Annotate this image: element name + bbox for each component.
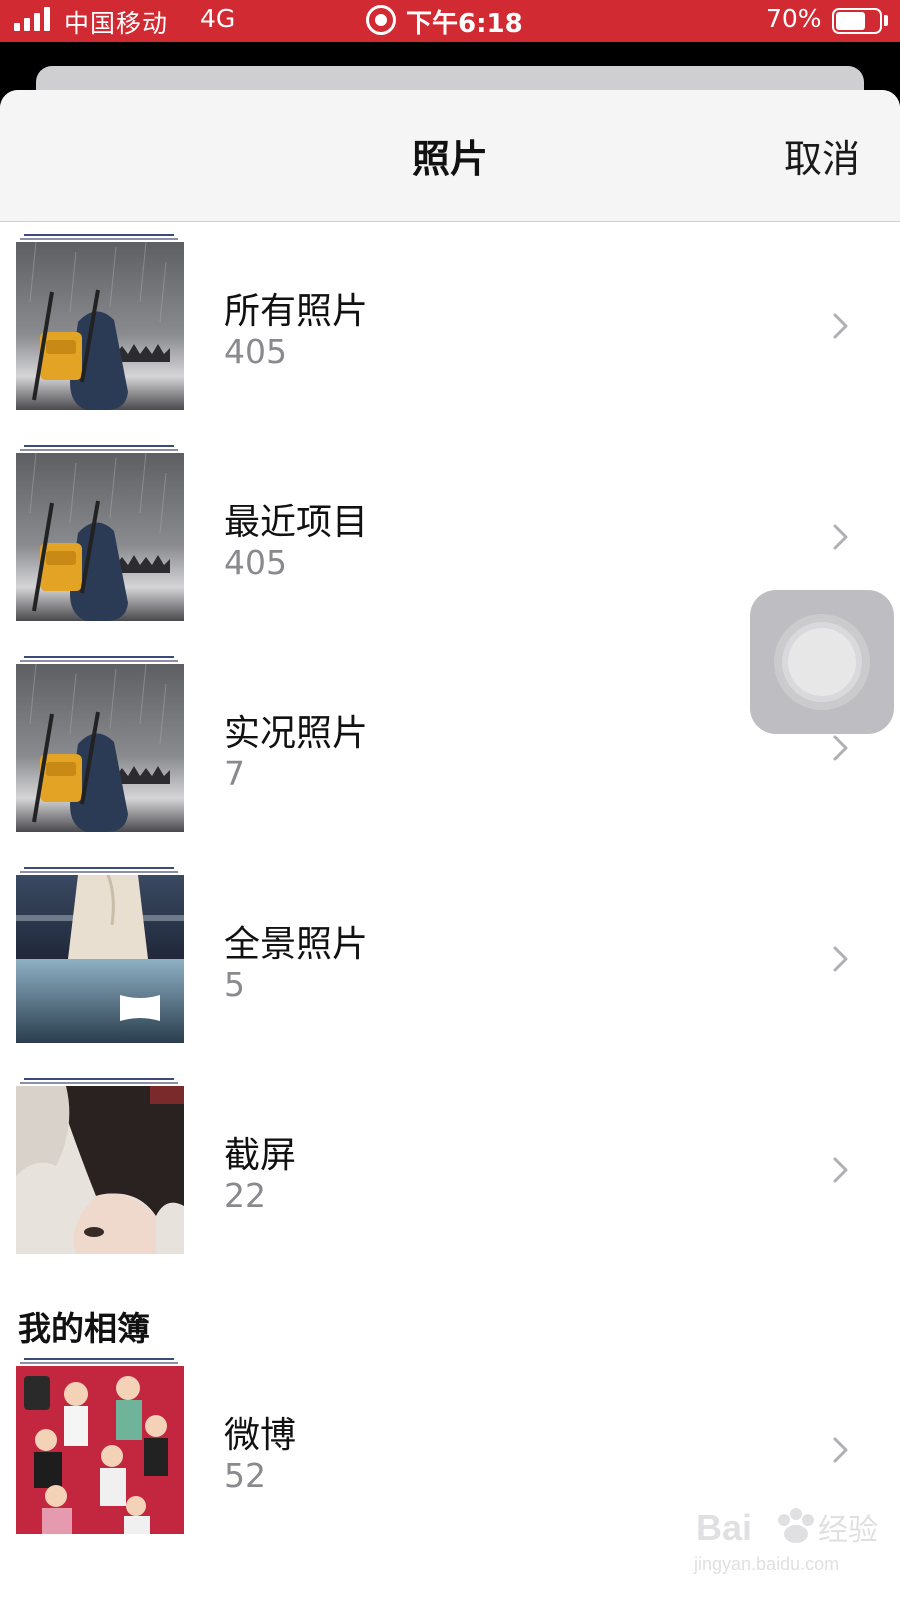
album-row-all-photos[interactable]: 所有照片 405 — [0, 234, 900, 414]
chevron-right-icon — [833, 524, 848, 550]
photo-picker-sheet: 照片 取消 所有照片 405 最近项目 405 实况照片 7 全景照片 5 截屏… — [0, 90, 900, 1600]
album-name: 实况照片 — [224, 713, 369, 754]
album-count: 7 — [224, 754, 245, 793]
album-name: 最近项目 — [224, 502, 369, 543]
album-name: 全景照片 — [224, 924, 369, 965]
album-count: 52 — [224, 1456, 266, 1495]
album-count: 5 — [224, 965, 245, 1004]
network-type: 4G — [200, 4, 236, 33]
illustrated-characters-thumbnail — [16, 1366, 184, 1534]
backpack-figure-thumbnail — [16, 242, 184, 410]
chevron-right-icon — [833, 735, 848, 761]
status-bar: 中国移动 4G 下午6:18 70% — [0, 0, 900, 42]
navigation-bar: 照片 取消 — [0, 90, 900, 222]
signal-strength-icon — [14, 7, 50, 31]
album-thumbnail-stack — [16, 867, 184, 1043]
assistive-touch-button[interactable] — [750, 590, 894, 734]
battery-level-fill — [836, 12, 865, 30]
album-name: 所有照片 — [224, 291, 369, 332]
carrier-name: 中国移动 — [64, 9, 169, 38]
album-count: 22 — [224, 1176, 266, 1215]
album-count: 405 — [224, 543, 287, 582]
status-time: 下午6:18 — [406, 9, 523, 39]
backpack-figure-thumbnail — [16, 664, 184, 832]
album-thumbnail-stack — [16, 445, 184, 621]
screen-recording-icon — [366, 5, 396, 35]
album-thumbnail-stack — [16, 656, 184, 832]
battery-percent: 70% — [766, 4, 822, 33]
backpack-figure-thumbnail — [16, 453, 184, 621]
chevron-right-icon — [833, 946, 848, 972]
album-count: 405 — [224, 332, 287, 371]
baidu-jingyan-watermark: Bai 经验 jingyan.baidu.com — [693, 1507, 878, 1574]
album-thumbnail-stack — [16, 234, 184, 410]
my-albums-section-header: 我的相簿 — [18, 1309, 150, 1348]
album-row-panoramas[interactable]: 全景照片 5 — [0, 867, 900, 1047]
chevron-right-icon — [833, 313, 848, 339]
face-close-up-thumbnail — [16, 1086, 184, 1254]
chevron-right-icon — [833, 1437, 848, 1463]
album-name: 微博 — [224, 1415, 297, 1456]
woman-by-sea-thumbnail — [16, 875, 184, 1043]
cancel-button[interactable]: 取消 — [784, 128, 860, 183]
svg-text:Bai: Bai — [696, 1507, 752, 1548]
panorama-icon — [120, 995, 160, 1021]
battery-cap — [884, 15, 888, 26]
chevron-right-icon — [833, 1157, 848, 1183]
album-thumbnail-stack — [16, 1358, 184, 1534]
page-title: 照片 — [411, 137, 488, 181]
battery-icon — [832, 8, 882, 34]
album-name: 截屏 — [224, 1135, 297, 1176]
album-row-screenshots[interactable]: 截屏 22 — [0, 1078, 900, 1258]
svg-text:经验: 经验 — [818, 1513, 878, 1548]
album-thumbnail-stack — [16, 1078, 184, 1254]
svg-text:jingyan.baidu.com: jingyan.baidu.com — [693, 1554, 839, 1574]
